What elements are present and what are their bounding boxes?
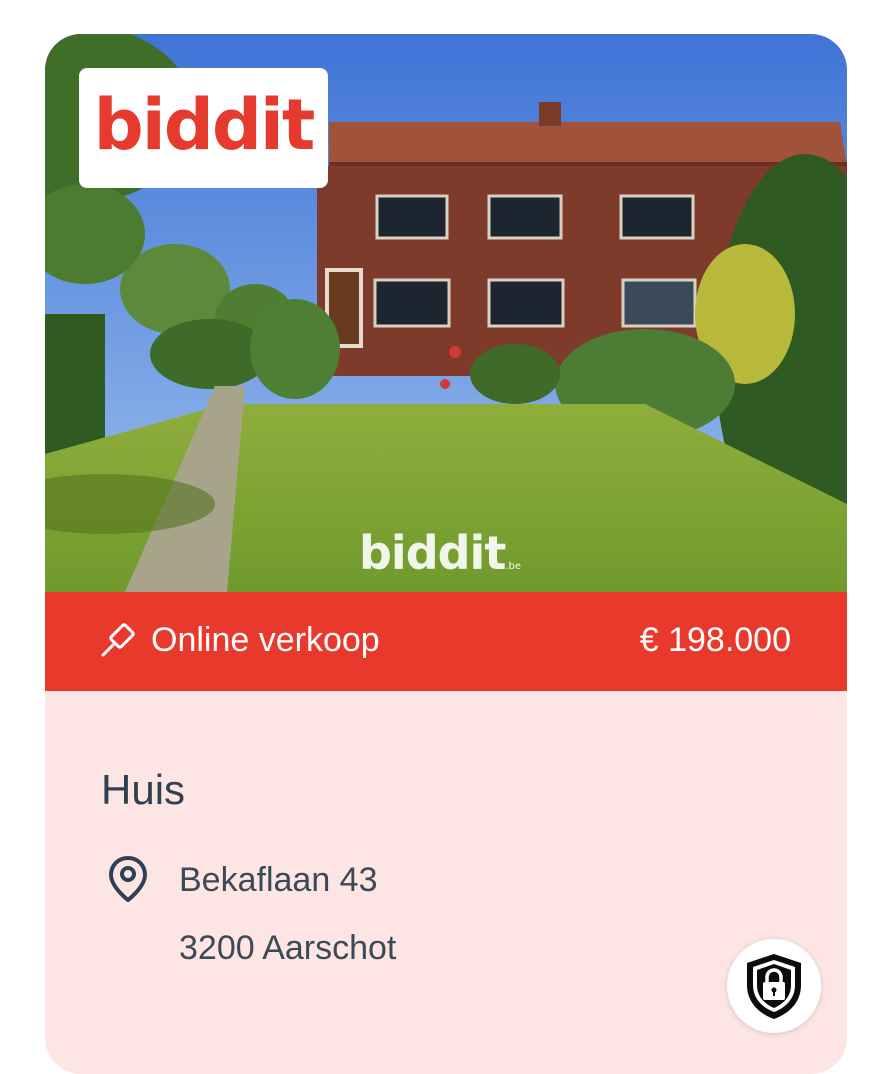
lock-shield-icon [747,954,801,1019]
address-city: 3200 Aarschot [179,929,397,967]
property-photo[interactable]: biddit biddit.be [45,34,847,592]
address-street: Bekaflaan 43 [179,861,378,899]
listing-info: Huis Bekaflaan 43 3200 Aarschot [45,691,847,1074]
map-pin-icon [109,856,147,902]
biddit-logo: biddit [79,68,328,188]
secure-badge[interactable] [727,939,821,1033]
watermark-text: biddit [359,526,506,580]
property-type: Huis [101,766,186,813]
photo-watermark: biddit.be [359,530,521,576]
watermark-suffix: .be [505,561,521,572]
sale-banner: Online verkoop € 198.000 [45,592,847,691]
logo-text: biddit [93,84,316,166]
listing-card[interactable]: biddit biddit.be Online verkoop € 198.00… [45,34,847,1074]
gavel-icon [101,623,135,657]
sale-type-label: Online verkoop [151,621,380,659]
price-label: € 198.000 [639,621,791,659]
